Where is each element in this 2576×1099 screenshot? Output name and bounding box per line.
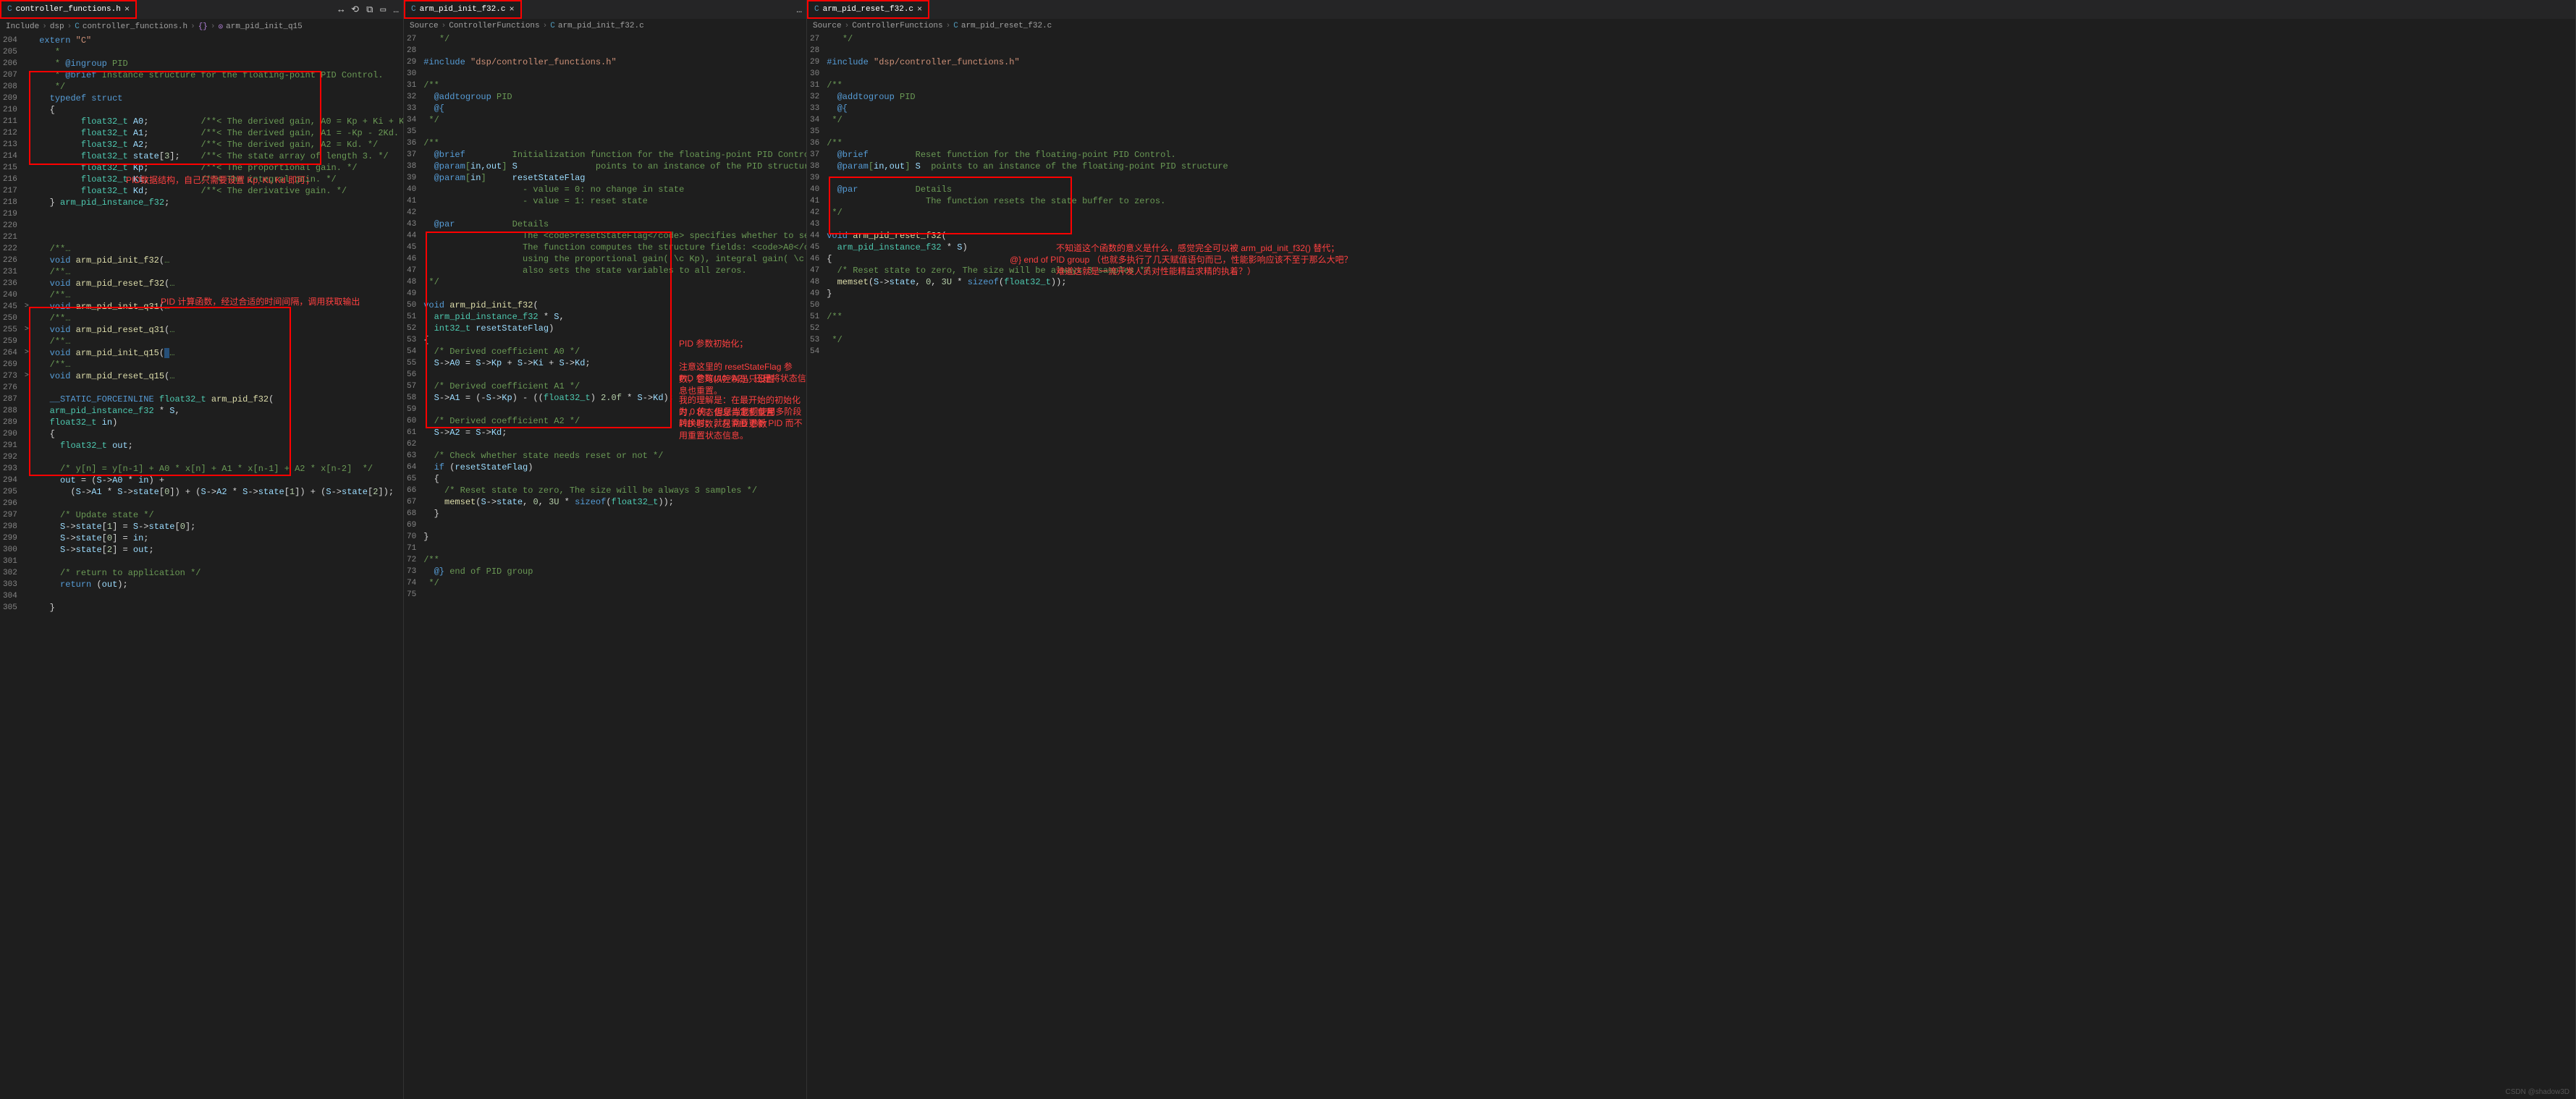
- tab-actions-2: …: [796, 4, 802, 15]
- tabs-bar-1: C controller_functions.h × ↔ ⟲ ⧉ ▭ …: [0, 0, 403, 19]
- bc-source[interactable]: Source: [813, 22, 842, 30]
- more-icon[interactable]: …: [393, 4, 399, 15]
- bc-controllerfunctions[interactable]: ControllerFunctions: [852, 22, 942, 30]
- bc-symbol[interactable]: arm_pid_init_q15: [226, 22, 303, 31]
- gutter-3: 2728293031323334353637383940414243444546…: [807, 33, 827, 1099]
- struct-icon: {}: [198, 22, 208, 31]
- breadcrumb-1[interactable]: Include› dsp› C controller_functions.h› …: [0, 19, 403, 35]
- refresh-icon[interactable]: ⟲: [351, 4, 359, 15]
- bc-source[interactable]: Source: [410, 22, 439, 30]
- code-area-2[interactable]: 2728293031323334353637383940414243444546…: [404, 33, 806, 1099]
- tab-arm-pid-init[interactable]: C arm_pid_init_f32.c ×: [404, 0, 522, 19]
- code-area-1[interactable]: 2042052062072082092102112122132142152162…: [0, 35, 403, 1099]
- bc-file[interactable]: arm_pid_init_f32.c: [558, 22, 644, 30]
- close-icon[interactable]: ×: [509, 4, 514, 14]
- tab-label: arm_pid_init_f32.c: [420, 5, 506, 14]
- more-icon[interactable]: …: [796, 4, 802, 15]
- c-source-icon: C: [814, 5, 819, 14]
- split-icon[interactable]: ⧉: [366, 4, 373, 15]
- c-header-icon: C: [7, 5, 12, 14]
- tab-arm-pid-reset[interactable]: C arm_pid_reset_f32.c ×: [807, 0, 929, 19]
- tab-actions-1: ↔ ⟲ ⧉ ▭ …: [338, 4, 399, 15]
- code-area-3[interactable]: 2728293031323334353637383940414243444546…: [807, 33, 2575, 1099]
- gutter-1: 2042052062072082092102112122132142152162…: [0, 35, 25, 1099]
- bc-file[interactable]: arm_pid_reset_f32.c: [961, 22, 1052, 30]
- tab-controller-functions[interactable]: C controller_functions.h ×: [0, 0, 137, 19]
- code-content-2[interactable]: */#include "dsp/controller_functions.h"/…: [423, 33, 806, 1099]
- bc-dsp[interactable]: dsp: [50, 22, 64, 31]
- layout-icon[interactable]: ▭: [380, 4, 386, 15]
- breadcrumb-2[interactable]: Source› ControllerFunctions› C arm_pid_i…: [404, 19, 806, 33]
- tab-label: arm_pid_reset_f32.c: [823, 5, 913, 14]
- tabs-bar-3: C arm_pid_reset_f32.c ×: [807, 0, 2575, 19]
- bc-file[interactable]: controller_functions.h: [83, 22, 187, 31]
- code-content-1[interactable]: extern "C" * * @ingroup PID * @brief Ins…: [29, 35, 403, 1099]
- compare-icon[interactable]: ↔: [338, 4, 344, 15]
- close-icon[interactable]: ×: [124, 4, 130, 14]
- close-icon[interactable]: ×: [917, 4, 922, 14]
- c-file-icon: C: [550, 22, 555, 30]
- tabs-bar-2: C arm_pid_init_f32.c × …: [404, 0, 806, 19]
- func-icon: ⊙: [219, 22, 224, 32]
- breadcrumb-3[interactable]: Source› ControllerFunctions› C arm_pid_r…: [807, 19, 2575, 33]
- gutter-2: 2728293031323334353637383940414243444546…: [404, 33, 423, 1099]
- code-content-3[interactable]: */#include "dsp/controller_functions.h"/…: [827, 33, 2575, 1099]
- tab-label: controller_functions.h: [16, 5, 121, 14]
- watermark: CSDN @shadow3D: [2505, 1088, 2569, 1096]
- bc-controllerfunctions[interactable]: ControllerFunctions: [449, 22, 539, 30]
- pane-3: C arm_pid_reset_f32.c × Source› Controll…: [807, 0, 2576, 1099]
- c-file-icon: C: [75, 22, 80, 31]
- editor-container: C controller_functions.h × ↔ ⟲ ⧉ ▭ … Inc…: [0, 0, 2576, 1099]
- c-source-icon: C: [411, 5, 416, 14]
- c-file-icon: C: [953, 22, 958, 30]
- pane-1: C controller_functions.h × ↔ ⟲ ⧉ ▭ … Inc…: [0, 0, 404, 1099]
- pane-2: C arm_pid_init_f32.c × … Source› Control…: [404, 0, 807, 1099]
- bc-include[interactable]: Include: [6, 22, 39, 31]
